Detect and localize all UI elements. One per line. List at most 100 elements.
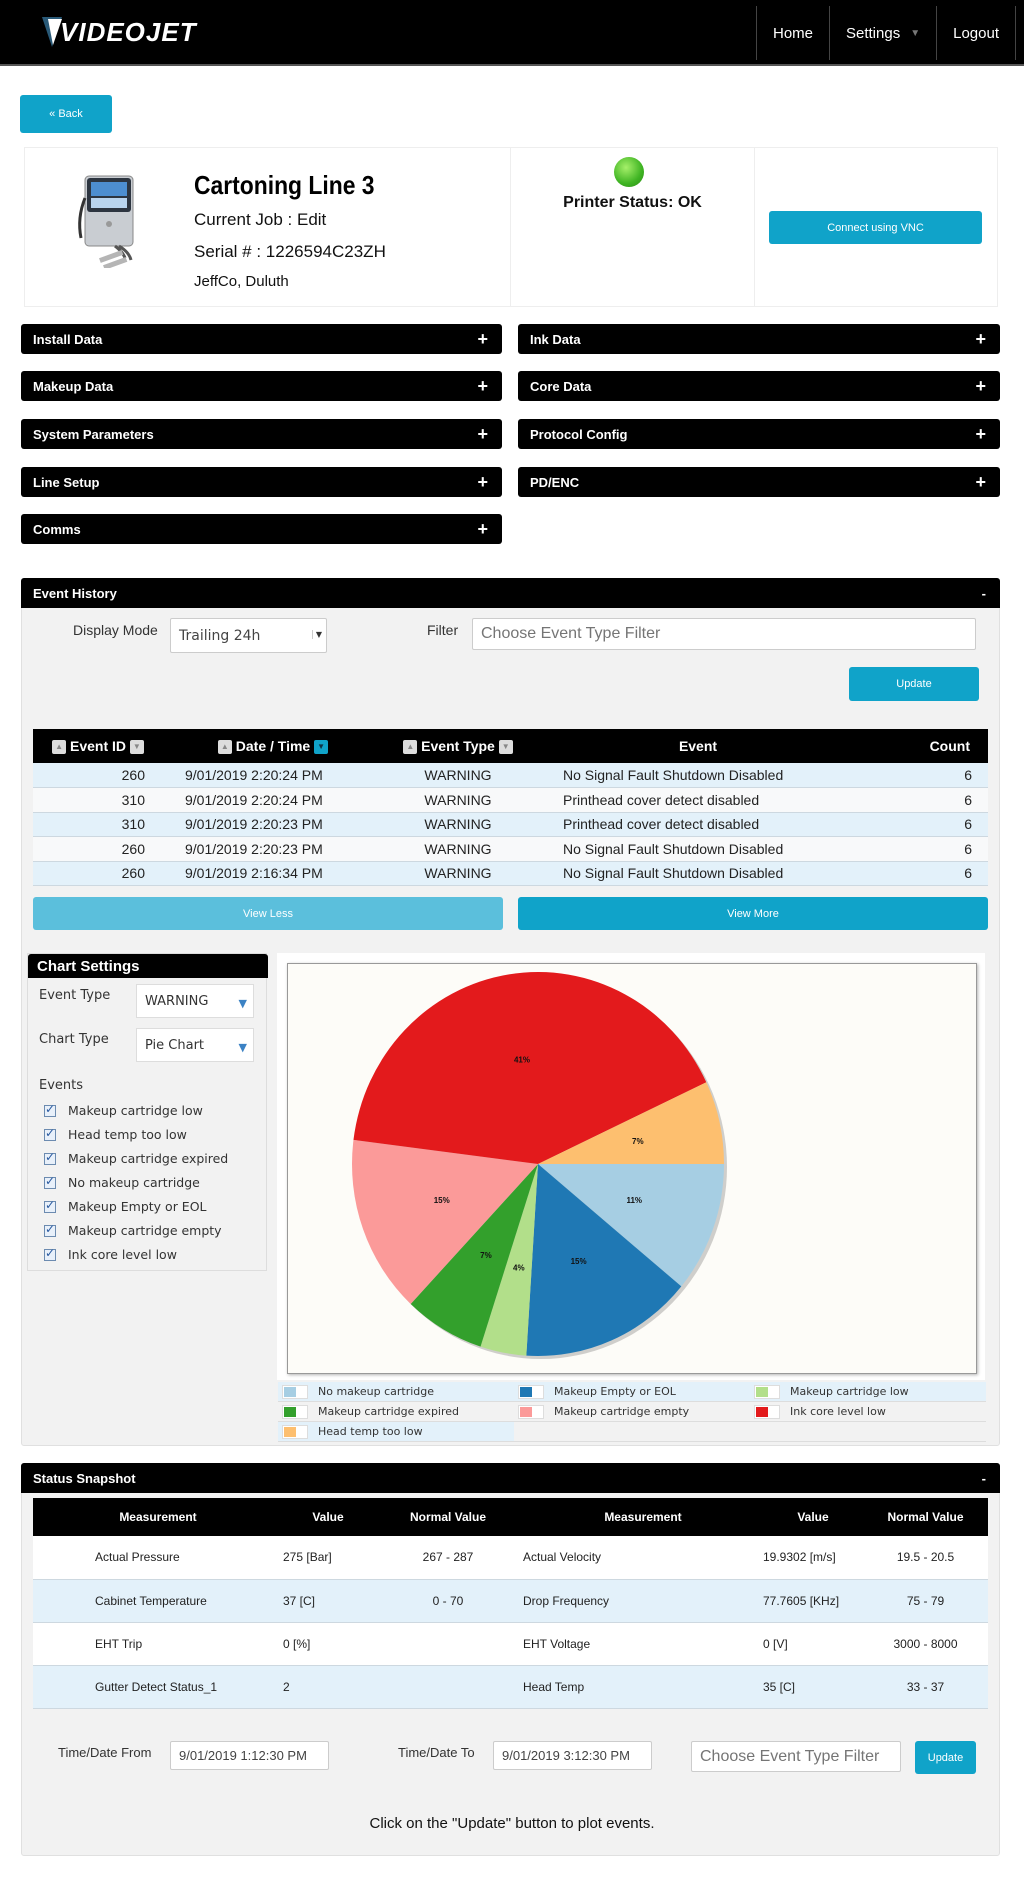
back-button[interactable]: « Back (20, 95, 112, 133)
sort-asc-icon[interactable]: ▲ (217, 740, 232, 755)
event-checkbox-row[interactable]: Makeup cartridge empty (44, 1222, 222, 1238)
event-row[interactable]: 310 9/01/2019 2:20:24 PM WARNING Printhead … (33, 787, 988, 813)
legend-label: Makeup cartridge expired (318, 1405, 460, 1418)
plus-icon: + (975, 328, 986, 349)
sort-asc-icon[interactable]: ▲ (403, 740, 418, 755)
accordion-line-setup[interactable]: Line Setup + (21, 467, 502, 497)
legend-swatch (518, 1404, 544, 1419)
time-from-input[interactable] (170, 1741, 329, 1770)
update-button[interactable]: Update (849, 667, 979, 701)
view-more-button[interactable]: View More (518, 897, 988, 930)
event-type-select[interactable]: WARNING ▼ (136, 984, 254, 1018)
accordion-comms[interactable]: Comms + (21, 514, 502, 544)
event-checkbox-row[interactable]: No makeup cartridge (44, 1174, 200, 1190)
col-event-id[interactable]: ▲ Event ID ▼ (33, 729, 163, 763)
plus-icon: + (477, 423, 488, 444)
sort-desc-icon[interactable]: ▼ (129, 740, 144, 755)
sort-desc-icon[interactable]: ▼ (498, 740, 513, 755)
legend-empty-cell (750, 1422, 986, 1441)
event-id-cell: 260 (33, 763, 163, 788)
legend-item[interactable]: Makeup cartridge empty (514, 1402, 750, 1421)
display-mode-value: Trailing 24h (179, 627, 261, 644)
event-checkbox-row[interactable]: Head temp too low (44, 1126, 187, 1142)
event-name-cell: Printhead cover detect disabled (533, 787, 863, 813)
accordion-pd-enc[interactable]: PD/ENC + (518, 467, 1000, 497)
caret-down-icon: ▼ (910, 27, 921, 39)
accordion-system-parameters[interactable]: System Parameters + (21, 419, 502, 449)
nav-logout[interactable]: Logout (936, 6, 1016, 60)
event-row[interactable]: 310 9/01/2019 2:20:23 PM WARNING Printhead … (33, 812, 988, 837)
collapse-icon: - (981, 585, 986, 601)
plus-icon: + (477, 328, 488, 349)
col-event-type[interactable]: ▲ Event Type ▼ (383, 729, 533, 763)
videojet-logo[interactable]: VIDEOJET (40, 14, 197, 50)
checkbox-checked-icon[interactable] (44, 1198, 56, 1213)
snapshot-row: Cabinet Temperature 37 [C] 0 - 70 Drop Freq… (33, 1579, 988, 1623)
nav-home[interactable]: Home (755, 6, 829, 60)
event-row[interactable]: 260 9/01/2019 2:20:23 PM WARNING No Signal … (33, 836, 988, 862)
checkbox-checked-icon[interactable] (44, 1126, 56, 1141)
measurement-cell: EHT Trip (33, 1622, 283, 1666)
accordion-ink-data[interactable]: Ink Data + (518, 324, 1000, 354)
time-from-label: Time/Date From (58, 1745, 152, 1760)
legend-item[interactable]: Ink core level low (750, 1402, 986, 1421)
measurement-cell: Cabinet Temperature (33, 1579, 283, 1623)
accordion-protocol-config[interactable]: Protocol Config + (518, 419, 1000, 449)
nav-settings[interactable]: Settings ▼ (829, 6, 936, 60)
event-row[interactable]: 260 9/01/2019 2:20:24 PM WARNING No Signal … (33, 763, 988, 788)
checkbox-checked-icon[interactable] (44, 1102, 56, 1117)
legend-item[interactable]: Head temp too low (278, 1422, 514, 1441)
col-normal-value: Normal Value (887, 1510, 964, 1524)
legend-item[interactable]: No makeup cartridge (278, 1382, 514, 1401)
event-row[interactable]: 260 9/01/2019 2:16:34 PM WARNING No Signal … (33, 861, 988, 886)
checkbox-checked-icon[interactable] (44, 1150, 56, 1165)
col-value: Value (312, 1510, 344, 1524)
legend-item[interactable]: Makeup cartridge expired (278, 1402, 514, 1421)
event-checkbox-row[interactable]: Makeup cartridge expired (44, 1150, 228, 1166)
sort-desc-active-icon[interactable]: ▼ (314, 740, 329, 755)
vnc-section: Connect using VNC (755, 148, 997, 306)
event-checkbox-row[interactable]: Makeup Empty or EOL (44, 1198, 207, 1214)
value-cell: 37 [C] (283, 1579, 373, 1623)
value-cell: 35 [C] (763, 1665, 863, 1709)
accordion-install-data[interactable]: Install Data + (21, 324, 502, 354)
event-history-header[interactable]: Event History - (21, 578, 1000, 608)
status-snapshot-header[interactable]: Status Snapshot - (21, 1463, 1000, 1493)
event-datetime-cell: 9/01/2019 2:20:23 PM (163, 812, 383, 837)
checkbox-checked-icon[interactable] (44, 1222, 56, 1237)
connect-vnc-button[interactable]: Connect using VNC (769, 211, 982, 244)
legend-item[interactable]: Makeup cartridge low (750, 1382, 986, 1401)
event-table-header: ▲ Event ID ▼ ▲ Date / Time ▼ ▲ Event Typ… (33, 729, 988, 763)
accordion-makeup-data[interactable]: Makeup Data + (21, 371, 502, 401)
plus-icon: + (975, 375, 986, 396)
pie-slice-label: 7% (480, 1251, 492, 1260)
col-date-time[interactable]: ▲ Date / Time ▼ (163, 729, 383, 763)
event-checkbox-row[interactable]: Ink core level low (44, 1246, 177, 1262)
legend-label: Ink core level low (790, 1405, 886, 1418)
accordion-core-data[interactable]: Core Data + (518, 371, 1000, 401)
event-type-filter-input[interactable] (472, 618, 976, 650)
col-measurement: Measurement (604, 1510, 682, 1524)
event-checkbox-label: Makeup Empty or EOL (68, 1199, 207, 1214)
pie-slice-label: 7% (632, 1137, 644, 1146)
printer-location: JeffCo, Duluth (194, 273, 289, 290)
printer-status: Printer Status: OK (511, 148, 755, 306)
snapshot-update-button[interactable]: Update (915, 1741, 976, 1774)
dropdown-arrow-icon: ▼ (238, 1041, 247, 1054)
accordion-label: System Parameters (33, 426, 154, 442)
chart-type-select[interactable]: Pie Chart ▼ (136, 1028, 254, 1062)
sort-asc-icon[interactable]: ▲ (52, 740, 67, 755)
display-mode-select[interactable]: Trailing 24h ▼ (170, 618, 327, 653)
snapshot-event-filter-input[interactable] (691, 1741, 901, 1772)
time-to-input[interactable] (493, 1741, 652, 1770)
normal-value-cell (373, 1622, 523, 1666)
event-datetime-cell: 9/01/2019 2:20:24 PM (163, 763, 383, 788)
checkbox-checked-icon[interactable] (44, 1246, 56, 1261)
legend-item[interactable]: Makeup Empty or EOL (514, 1382, 750, 1401)
view-less-button[interactable]: View Less (33, 897, 503, 930)
event-checkbox-row[interactable]: Makeup cartridge low (44, 1102, 203, 1118)
checkbox-checked-icon[interactable] (44, 1174, 56, 1189)
logo-mark-icon (42, 17, 62, 47)
legend-row: Head temp too low (278, 1422, 986, 1442)
event-checkbox-label: Makeup cartridge empty (68, 1223, 222, 1238)
